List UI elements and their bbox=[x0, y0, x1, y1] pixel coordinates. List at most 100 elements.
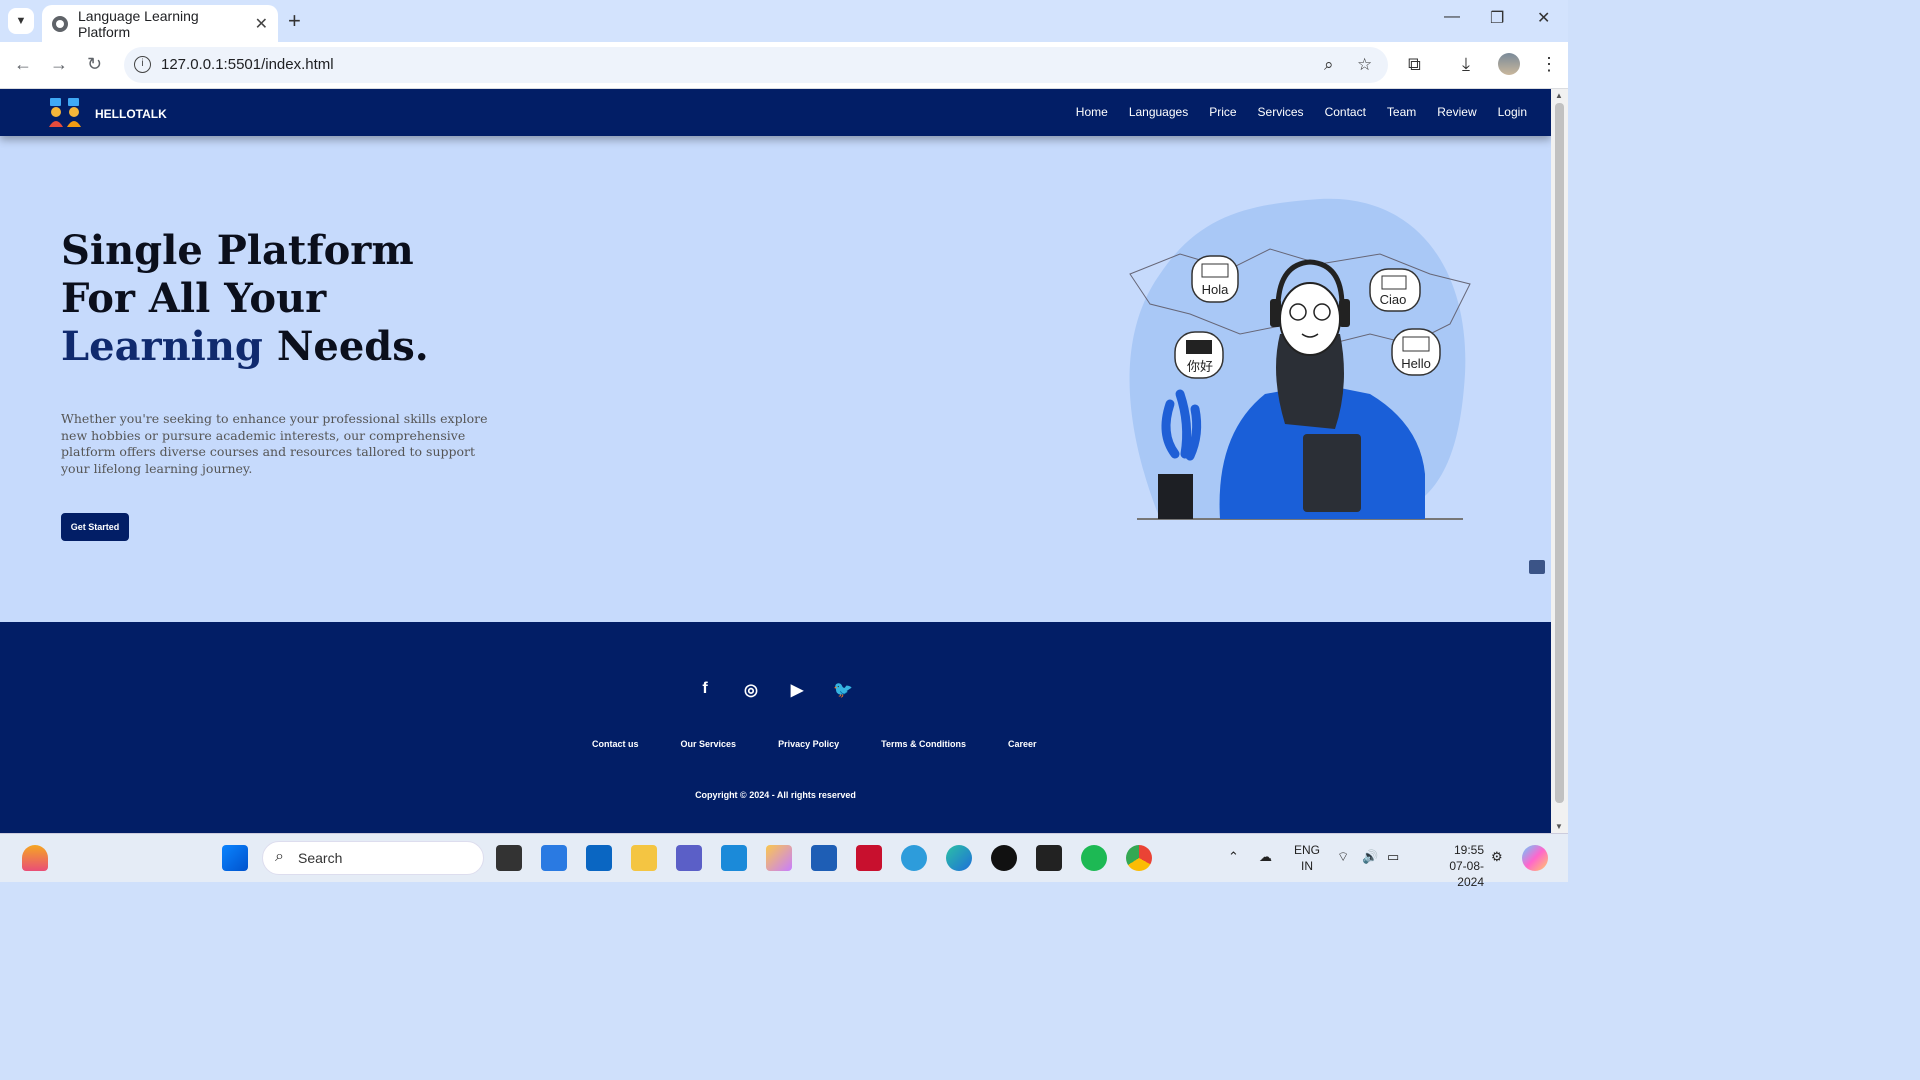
footer-link-career[interactable]: Career bbox=[1008, 739, 1037, 749]
footer-link-contact[interactable]: Contact us bbox=[592, 739, 639, 749]
download-icon[interactable]: ⤓ bbox=[1462, 54, 1470, 75]
tab-search-button[interactable]: ▼ bbox=[8, 8, 34, 34]
myhp-icon[interactable] bbox=[721, 845, 747, 871]
nav-team[interactable]: Team bbox=[1387, 105, 1416, 119]
notification-bell-icon[interactable]: ⚙ bbox=[1491, 849, 1503, 865]
bubble-hola-text: Hola bbox=[1202, 282, 1230, 297]
lang-bottom: IN bbox=[1301, 859, 1313, 873]
taskbar-search[interactable]: ⌕ Search bbox=[262, 841, 484, 875]
close-tab-icon[interactable]: ✕ bbox=[255, 14, 268, 34]
back-button[interactable]: ← bbox=[14, 54, 32, 75]
extension-badge-icon[interactable] bbox=[1529, 560, 1545, 574]
nav-price[interactable]: Price bbox=[1209, 105, 1236, 119]
file-explorer-icon[interactable] bbox=[631, 845, 657, 871]
site-navbar: HELLOTALK Home Languages Price Services … bbox=[0, 89, 1551, 136]
mcafee-icon[interactable] bbox=[856, 845, 882, 871]
reload-button[interactable]: ↻ bbox=[87, 54, 102, 75]
bubble-ciao-text: Ciao bbox=[1380, 292, 1407, 307]
volume-icon[interactable]: 🔊 bbox=[1362, 849, 1378, 865]
browser-toolbar: ← → ↻ i 127.0.0.1:5501/index.html ⌕ ☆ ⧉ … bbox=[0, 42, 1568, 89]
hero-title-end: Needs. bbox=[262, 323, 429, 370]
spotify-icon[interactable] bbox=[1081, 845, 1107, 871]
browser-tabstrip: ▼ Language Learning Platform ✕ + — ❐ ✕ bbox=[0, 0, 1568, 42]
start-icon[interactable] bbox=[222, 845, 248, 871]
hero-title-line2: For All Your bbox=[61, 275, 327, 322]
footer-link-services[interactable]: Our Services bbox=[681, 739, 737, 749]
footer-links: Contact us Our Services Privacy Policy T… bbox=[592, 739, 1036, 749]
minimize-button[interactable]: — bbox=[1444, 8, 1460, 26]
bookmark-star-icon[interactable]: ☆ bbox=[1357, 55, 1372, 75]
hero-title: Single Platform For All Your Learning Ne… bbox=[61, 227, 429, 371]
hero-title-line1: Single Platform bbox=[61, 227, 414, 274]
footer-link-privacy[interactable]: Privacy Policy bbox=[778, 739, 839, 749]
widgets-icon[interactable] bbox=[22, 845, 48, 871]
terminal-icon[interactable] bbox=[1036, 845, 1062, 871]
scroll-up-icon[interactable]: ▲ bbox=[1555, 91, 1563, 100]
twitter-icon[interactable]: 🐦 bbox=[833, 680, 853, 700]
copyright-text: Copyright © 2024 - All rights reserved bbox=[695, 790, 856, 800]
site-footer: f ◎ ▶ 🐦 Contact us Our Services Privacy … bbox=[0, 622, 1551, 833]
language-indicator[interactable]: ENG IN bbox=[1294, 842, 1320, 874]
url-text[interactable]: 127.0.0.1:5501/index.html bbox=[161, 56, 334, 73]
new-tab-button[interactable]: + bbox=[288, 8, 301, 34]
bubble-ciao: Ciao bbox=[1369, 268, 1421, 312]
facebook-icon[interactable]: f bbox=[695, 680, 715, 700]
scroll-down-icon[interactable]: ▼ bbox=[1555, 822, 1563, 831]
taskbar-search-text: Search bbox=[298, 850, 343, 866]
search-icon: ⌕ bbox=[275, 848, 284, 865]
menu-kebab-icon[interactable]: ⋮ bbox=[1540, 54, 1558, 75]
vscode-icon[interactable] bbox=[541, 845, 567, 871]
chrome-icon[interactable] bbox=[1126, 845, 1152, 871]
get-started-button[interactable]: Get Started bbox=[61, 513, 129, 541]
hero-title-accent: Learning bbox=[61, 323, 263, 370]
page-scrollbar[interactable]: ▲ ▼ bbox=[1551, 89, 1568, 833]
nav-languages[interactable]: Languages bbox=[1129, 105, 1188, 119]
address-bar[interactable]: i 127.0.0.1:5501/index.html ⌕ ☆ bbox=[124, 47, 1388, 83]
clock-date: 07-08-2024 bbox=[1449, 859, 1484, 889]
nav-services[interactable]: Services bbox=[1258, 105, 1304, 119]
help-icon[interactable] bbox=[901, 845, 927, 871]
instagram-icon[interactable]: ◎ bbox=[741, 680, 761, 700]
bubble-nihao-text: 你好 bbox=[1187, 360, 1213, 375]
bubble-hello: Hello bbox=[1391, 328, 1441, 376]
nav-home[interactable]: Home bbox=[1076, 105, 1108, 119]
edge-icon[interactable] bbox=[946, 845, 972, 871]
browser-tab[interactable]: Language Learning Platform ✕ bbox=[42, 5, 278, 42]
tray-overflow-icon[interactable]: ⌃ bbox=[1228, 849, 1239, 865]
site-info-icon[interactable]: i bbox=[134, 56, 151, 73]
teams-icon[interactable] bbox=[676, 845, 702, 871]
footer-link-terms[interactable]: Terms & Conditions bbox=[881, 739, 966, 749]
github-icon[interactable] bbox=[991, 845, 1017, 871]
app-hexagon-icon[interactable] bbox=[766, 845, 792, 871]
hero-title-line3: Learning Needs. bbox=[61, 323, 429, 371]
clock-time: 19:55 bbox=[1453, 843, 1484, 857]
tab-title: Language Learning Platform bbox=[78, 7, 199, 40]
lang-top: ENG bbox=[1294, 843, 1321, 857]
onedrive-icon[interactable]: ☁ bbox=[1259, 849, 1272, 865]
hellotalk-logo[interactable] bbox=[48, 97, 82, 127]
profile-avatar[interactable] bbox=[1498, 53, 1520, 75]
extensions-icon[interactable]: ⧉ bbox=[1408, 54, 1421, 75]
windows-taskbar: ⌕ Search ⌃ ☁ ENG IN ⌔ 🔊 ▭ 19:55 07-08-20… bbox=[0, 833, 1568, 889]
nav-login[interactable]: Login bbox=[1498, 105, 1527, 119]
scrollbar-thumb[interactable] bbox=[1555, 103, 1564, 803]
brand-name[interactable]: HELLOTALK bbox=[95, 107, 167, 121]
nav-review[interactable]: Review bbox=[1437, 105, 1476, 119]
restore-button[interactable]: ❐ bbox=[1490, 8, 1504, 28]
zoom-icon[interactable]: ⌕ bbox=[1324, 55, 1334, 75]
bubble-hello-text: Hello bbox=[1401, 356, 1431, 371]
youtube-icon[interactable]: ▶ bbox=[787, 680, 807, 700]
task-view-icon[interactable] bbox=[496, 845, 522, 871]
nav-contact[interactable]: Contact bbox=[1325, 105, 1366, 119]
linkedin-icon[interactable] bbox=[586, 845, 612, 871]
globe-icon bbox=[52, 15, 68, 32]
taskbar-clock[interactable]: 19:55 07-08-2024 bbox=[1444, 842, 1484, 890]
hero-description: Whether you're seeking to enhance your p… bbox=[61, 411, 488, 476]
battery-icon[interactable]: ▭ bbox=[1387, 849, 1399, 865]
close-window-button[interactable]: ✕ bbox=[1537, 8, 1550, 28]
store-icon[interactable] bbox=[811, 845, 837, 871]
social-links: f ◎ ▶ 🐦 bbox=[695, 680, 853, 700]
copilot-icon[interactable] bbox=[1522, 845, 1548, 871]
wifi-icon[interactable]: ⌔ bbox=[1337, 849, 1349, 865]
forward-button[interactable]: → bbox=[50, 54, 68, 75]
